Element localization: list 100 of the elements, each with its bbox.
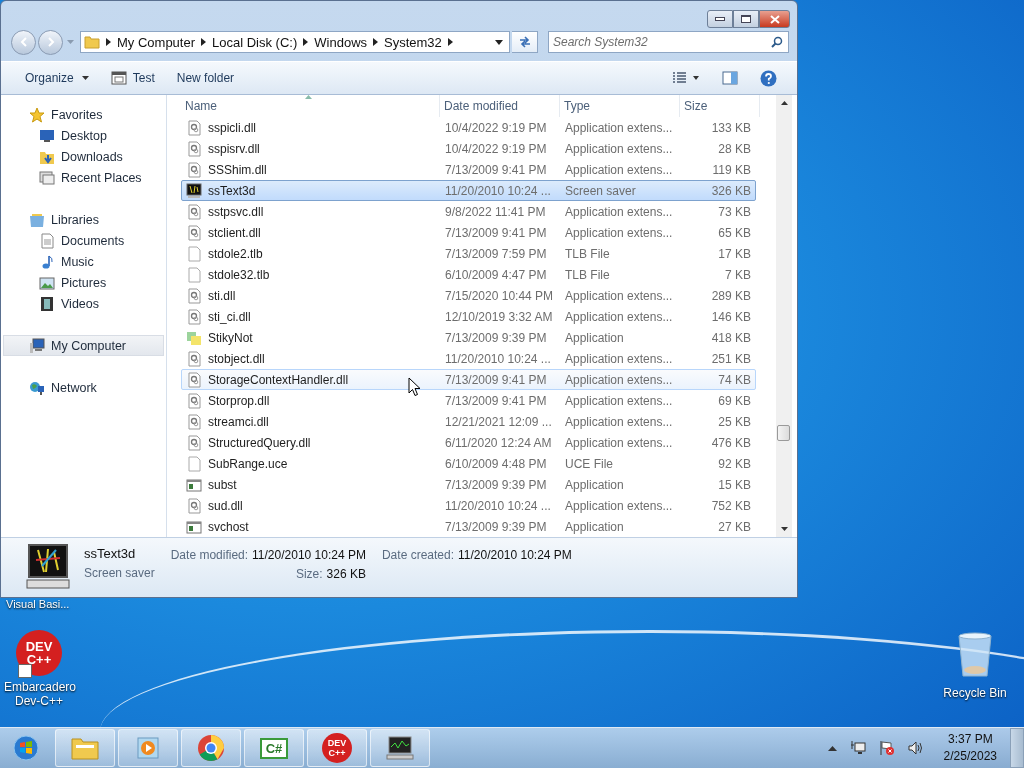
nav-item[interactable]: Downloads [9,146,164,167]
date-cell-text: 7/13/2009 9:39 PM [444,519,548,534]
type-cell-text: Application extens... [564,498,674,513]
breadcrumb[interactable]: System32 [384,34,442,50]
file-name: sstpsvc.dll [208,204,264,219]
size-cell-text: 146 KB [710,309,752,324]
caret-icon [81,76,89,80]
file-name: stclient.dll [208,225,261,240]
date-cell-text: 12/10/2019 3:32 AM [444,309,554,324]
desktop-icon-label[interactable]: Recycle Bin [940,686,1010,700]
file-row[interactable]: stobject.dll 11/20/2010 10:24 ... Application extens... 251 KB [181,348,756,369]
dropdown-arrow-icon[interactable] [495,39,503,45]
search-field[interactable]: Search System32 [548,31,789,53]
nav-item[interactable]: Desktop [9,125,164,146]
date-cell-text: 7/13/2009 9:41 PM [444,162,548,177]
recycle-bin-icon[interactable] [956,632,994,678]
taskbar-button[interactable]: C# [244,729,304,767]
file-row[interactable]: sud.dll 11/20/2010 10:24 ... Application extens... 752 KB [181,495,756,516]
taskbar-button[interactable]: DEV C++ [307,729,367,767]
type-cell-text: TLB File [564,246,611,261]
breadcrumb[interactable]: Windows [314,34,368,50]
scroll-down-icon[interactable] [780,527,788,531]
scrollbar-thumb[interactable] [777,425,790,441]
file-row[interactable]: stclient.dll 7/13/2009 9:41 PM Application extens... 65 KB [181,222,756,243]
nav-item[interactable]: My Computer [3,335,164,356]
blank-file-icon [186,266,202,283]
file-row[interactable]: svchost 7/13/2009 9:39 PM Application 27 KB [181,516,756,537]
network-icon [29,379,45,396]
breadcrumb[interactable]: Local Disk (C:) [212,34,298,50]
column-header[interactable]: Date modified [440,95,560,117]
folder-icon [84,35,100,49]
search-icon[interactable] [771,36,783,48]
application-window-icon [186,476,202,493]
desktop-icon-label[interactable]: Visual Basi... [6,598,70,610]
file-row[interactable]: stdole2.tlb 7/13/2009 7:59 PM TLB File 17 KB [181,243,756,264]
date-cell-text: 12/21/2021 12:09 ... [444,414,553,429]
vertical-scrollbar[interactable] [776,95,792,537]
breadcrumb-arrow-icon[interactable] [201,38,207,46]
file-row[interactable]: SSShim.dll 7/13/2009 9:41 PM Application extens... 119 KB [181,159,756,180]
nav-item[interactable]: Favorites [9,104,164,125]
file-row[interactable]: stdole32.tlb 6/10/2009 4:47 PM TLB File 7 KB [181,264,756,285]
type-cell-text: Application extens... [564,162,674,177]
file-row[interactable]: sti_ci.dll 12/10/2019 3:32 AM Application extens... 146 KB [181,306,756,327]
date-cell-text: 10/4/2022 9:19 PM [444,120,548,135]
type-cell-text: Application extens... [564,204,674,219]
detail-value: 326 KB [326,567,366,581]
scroll-up-icon[interactable] [780,101,788,105]
nav-item[interactable]: Documents [9,230,164,251]
minimize-button[interactable] [707,10,733,28]
file-row[interactable]: ssText3d 11/20/2010 10:24 ... Screen saver 326 KB [181,180,756,201]
file-row[interactable]: streamci.dll 12/21/2021 12:09 ... Application extens... 25 KB [181,411,756,432]
blank-file-icon [186,455,202,472]
breadcrumb-arrow-icon[interactable] [373,38,379,46]
type-cell-text: Screen saver [564,183,637,198]
file-row[interactable]: StikyNot 7/13/2009 9:39 PM Application 418 KB [181,327,756,348]
taskbar-button[interactable] [370,729,430,767]
size-cell-text: 7 KB [724,267,752,282]
file-row[interactable]: subst 7/13/2009 9:39 PM Application 15 KB [181,474,756,495]
nav-item[interactable]: Recent Places [9,167,164,188]
refresh-button[interactable] [512,31,538,53]
breadcrumb[interactable]: My Computer [117,34,196,50]
devcpp-logo-icon[interactable]: DEV C++ [16,630,62,676]
file-row[interactable]: Storprop.dll 7/13/2009 9:41 PM Application extens... 69 KB [181,390,756,411]
nav-item[interactable]: Libraries [9,209,164,230]
flag-icon[interactable] [878,740,895,756]
file-row[interactable]: sspisrv.dll 10/4/2022 9:19 PM Application extens... 28 KB [181,138,756,159]
nav-item[interactable]: Pictures [9,272,164,293]
file-row[interactable]: sstpsvc.dll 9/8/2022 11:41 PM Application extens... 73 KB [181,201,756,222]
breadcrumb-arrow-icon[interactable] [447,38,453,46]
new-folder-button[interactable]: New folder [170,67,241,89]
column-header[interactable]: Size [680,95,760,117]
type-cell-text: Application [564,330,625,345]
nav-item[interactable]: Videos [9,293,164,314]
network-icon[interactable] [849,740,866,756]
computer-icon [29,337,45,354]
gear-file-icon [186,413,202,430]
toolbar-button[interactable]: Test [104,67,161,89]
close-button[interactable] [759,10,790,28]
file-row[interactable]: sti.dll 7/15/2020 10:44 PM Application extens... 289 KB [181,285,756,306]
date-cell-text: 7/13/2009 9:41 PM [444,393,548,408]
recent-icon [39,169,55,186]
file-name: Storprop.dll [208,393,270,408]
address-bar[interactable]: My Computer Local Disk (C:) Windows System32 [80,31,510,53]
show-hidden-icons-icon[interactable] [827,745,837,751]
file-row[interactable]: StructuredQuery.dll 6/11/2020 12:24 AM Application extens... 476 KB [181,432,756,453]
breadcrumb-arrow-icon[interactable] [303,38,309,46]
clock-date[interactable]: 2/25/2023 [943,748,997,765]
speaker-icon[interactable] [907,741,924,755]
nav-item[interactable]: Network [9,377,164,398]
file-row[interactable]: StorageContextHandler.dll 7/13/2009 9:41 PM Application extens... 74 KB [181,369,756,390]
file-row[interactable]: SubRange.uce 6/10/2009 4:48 PM UCE File 92 KB [181,453,756,474]
maximize-button[interactable] [733,10,759,28]
file-row[interactable]: sspicli.dll 10/4/2022 9:19 PM Application extens... 133 KB [181,117,756,138]
desktop-icon-label[interactable]: Embarcadero Dev-C++ [4,680,74,708]
clock-time[interactable]: 3:37 PM [947,731,993,748]
column-header[interactable]: Type [560,95,680,117]
breadcrumb-arrow-icon[interactable] [106,38,111,46]
size-cell-text: 326 KB [710,183,752,198]
nav-item[interactable]: Music [9,251,164,272]
organize-menu[interactable]: Organize [19,67,95,89]
